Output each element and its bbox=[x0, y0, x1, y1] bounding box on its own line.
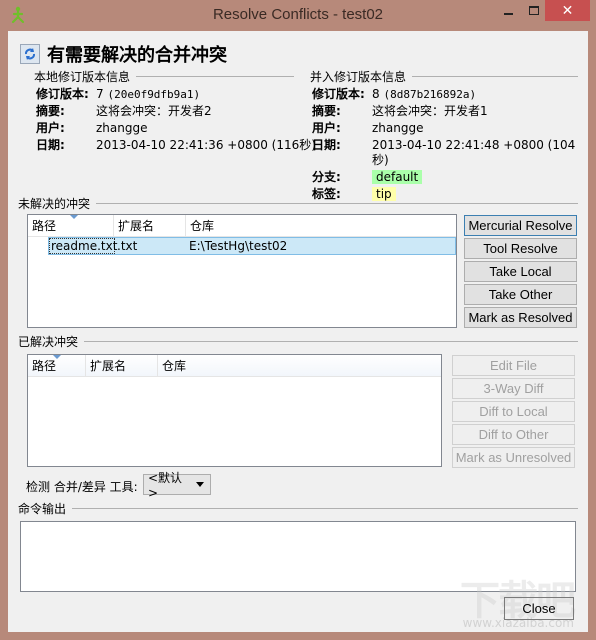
refresh-icon bbox=[20, 44, 40, 64]
rev-number: 7 bbox=[96, 87, 108, 101]
column-label: 仓库 bbox=[162, 359, 187, 373]
column-label: 路径 bbox=[32, 219, 57, 233]
resolved-list-header: 路径 扩展名 仓库 bbox=[28, 355, 441, 377]
unresolved-list-header: 路径 扩展名 仓库 bbox=[28, 215, 456, 237]
minimize-button[interactable] bbox=[495, 0, 521, 21]
branch-badge: default bbox=[372, 170, 423, 184]
mark-as-unresolved-button[interactable]: Mark as Unresolved bbox=[452, 447, 575, 468]
local-summary-label: 摘要: bbox=[36, 104, 65, 118]
other-info-grid: 修订版本: 8 (8d87b216892a) 摘要: 这将会冲突：开发者1 用户… bbox=[312, 87, 588, 202]
local-info-group-title: 本地修订版本信息 bbox=[34, 68, 294, 85]
group-label: 已解决冲突 bbox=[18, 335, 79, 349]
column-header-extension[interactable]: 扩展名 bbox=[86, 355, 158, 376]
tool-resolve-button[interactable]: Tool Resolve bbox=[464, 238, 577, 259]
divider bbox=[412, 76, 578, 77]
other-rev-label: 修订版本: bbox=[312, 87, 365, 101]
close-button[interactable]: Close bbox=[504, 597, 574, 620]
cell-extension: .txt bbox=[117, 239, 138, 253]
column-label: 路径 bbox=[32, 359, 57, 373]
mark-as-resolved-button[interactable]: Mark as Resolved bbox=[464, 307, 577, 328]
other-rev-value: 8 (8d87b216892a) bbox=[372, 87, 588, 102]
rev-hash: (20e0f9dfb9a1) bbox=[107, 88, 201, 101]
merge-tool-selected: <默认> bbox=[148, 471, 183, 500]
local-rev-value: 7 (20e0f9dfb9a1) bbox=[96, 87, 316, 102]
cell-repository: E:\TestHg\test02 bbox=[189, 239, 288, 253]
other-summary-label: 摘要: bbox=[312, 104, 341, 118]
column-label: 扩展名 bbox=[118, 219, 155, 233]
other-date-value: 2013-04-10 22:41:48 +0800 (104秒) bbox=[372, 138, 576, 167]
maximize-icon bbox=[529, 6, 539, 15]
column-header-extension[interactable]: 扩展名 bbox=[114, 215, 186, 236]
column-label: 扩展名 bbox=[90, 359, 127, 373]
close-icon: ✕ bbox=[561, 2, 574, 19]
merge-tool-select[interactable]: <默认> bbox=[143, 471, 211, 500]
group-label: 命令输出 bbox=[18, 502, 67, 516]
diff-to-local-button[interactable]: Diff to Local bbox=[452, 401, 575, 422]
other-date-label: 日期: bbox=[312, 138, 341, 152]
local-date-value: 2013-04-10 22:41:36 +0800 (116秒) bbox=[96, 138, 316, 152]
local-date-label: 日期: bbox=[36, 138, 65, 152]
resolved-group-title: 已解决冲突 bbox=[18, 333, 578, 350]
group-label: 本地修订版本信息 bbox=[34, 70, 131, 84]
rev-number: 8 bbox=[372, 87, 384, 101]
divider bbox=[96, 203, 578, 204]
rev-hash: (8d87b216892a) bbox=[383, 88, 477, 101]
local-summary-value: 这将会冲突：开发者2 bbox=[96, 104, 212, 118]
group-label: 未解决的冲突 bbox=[18, 197, 91, 211]
column-header-repository[interactable]: 仓库 bbox=[158, 355, 441, 376]
edit-file-button[interactable]: Edit File bbox=[452, 355, 575, 376]
heading-text: 有需要解决的合并冲突 bbox=[47, 45, 227, 66]
mercurial-resolve-button[interactable]: Mercurial Resolve bbox=[464, 215, 577, 236]
column-label: 仓库 bbox=[190, 219, 215, 233]
three-way-diff-button[interactable]: 3-Way Diff bbox=[452, 378, 575, 399]
unresolved-list[interactable]: 路径 扩展名 仓库 readme.txt .txt E:\TestHg\test… bbox=[27, 214, 457, 328]
local-user-label: 用户: bbox=[36, 121, 65, 135]
other-info-group-title: 并入修订版本信息 bbox=[310, 68, 578, 85]
title-bar: Resolve Conflicts - test02 ✕ bbox=[0, 0, 596, 31]
chevron-down-icon bbox=[196, 482, 204, 487]
table-row[interactable]: readme.txt .txt E:\TestHg\test02 bbox=[48, 237, 456, 255]
branch-cell: default bbox=[372, 170, 588, 185]
local-user-value: zhangge bbox=[96, 121, 148, 135]
resolved-list[interactable]: 路径 扩展名 仓库 bbox=[27, 354, 442, 467]
dialog-body: 有需要解决的合并冲突 本地修订版本信息 修订版本: 7 (20e0f9dfb9a… bbox=[8, 31, 588, 632]
take-local-button[interactable]: Take Local bbox=[464, 261, 577, 282]
local-rev-label: 修订版本: bbox=[36, 87, 89, 101]
maximize-button[interactable] bbox=[521, 0, 547, 21]
output-group-title: 命令输出 bbox=[18, 500, 578, 517]
other-user-value: zhangge bbox=[372, 121, 424, 135]
merge-tool-label: 检测 合并/差异 工具: bbox=[26, 480, 138, 494]
column-header-repository[interactable]: 仓库 bbox=[186, 215, 456, 236]
column-header-path[interactable]: 路径 bbox=[28, 355, 86, 376]
dialog-heading: 有需要解决的合并冲突 bbox=[20, 41, 227, 67]
column-header-path[interactable]: 路径 bbox=[28, 215, 114, 236]
divider bbox=[72, 508, 578, 509]
diff-to-other-button[interactable]: Diff to Other bbox=[452, 424, 575, 445]
sort-indicator-icon bbox=[70, 215, 78, 219]
command-output-area[interactable] bbox=[20, 521, 576, 592]
cell-path: readme.txt bbox=[49, 238, 118, 254]
other-summary-value: 这将会冲突：开发者1 bbox=[372, 104, 488, 118]
unresolved-group-title: 未解决的冲突 bbox=[18, 195, 578, 212]
group-label: 并入修订版本信息 bbox=[310, 70, 407, 84]
branch-label: 分支: bbox=[312, 170, 341, 184]
minimize-icon bbox=[503, 12, 513, 15]
sort-indicator-icon bbox=[53, 355, 61, 359]
take-other-button[interactable]: Take Other bbox=[464, 284, 577, 305]
divider bbox=[84, 341, 578, 342]
other-user-label: 用户: bbox=[312, 121, 341, 135]
divider bbox=[136, 76, 294, 77]
close-window-button[interactable]: ✕ bbox=[545, 0, 590, 21]
local-info-grid: 修订版本: 7 (20e0f9dfb9a1) 摘要: 这将会冲突：开发者2 用户… bbox=[36, 87, 316, 153]
